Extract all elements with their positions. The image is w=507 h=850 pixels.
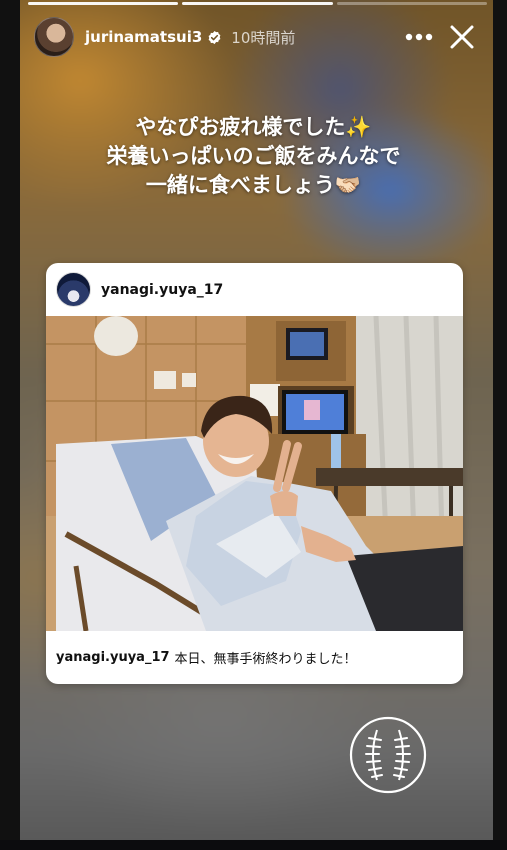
shared-post-header: yanagi.yuya_17 (46, 263, 463, 316)
story-caption-text: やなぴお疲れ様でした✨ 栄養いっぱいのご飯をみんなで 一緒に食べましょう🫱🏻‍🫲… (40, 113, 467, 200)
caption-line: やなぴお疲れ様でした✨ (135, 115, 372, 139)
progress-segment (28, 2, 179, 5)
shared-post-caption: yanagi.yuya_17 本日、無事手術終わりました！ (46, 631, 463, 684)
progress-segment (336, 2, 487, 5)
story-header: jurinamatsui3 10時間前 (34, 16, 479, 58)
shared-post-username[interactable]: yanagi.yuya_17 (101, 282, 223, 298)
more-horizontal-icon (405, 33, 433, 41)
handshake-emoji: 🫱🏻‍🫲🏼 (334, 173, 362, 197)
caption-username[interactable]: yanagi.yuya_17 (56, 650, 170, 665)
verified-badge-icon (208, 30, 221, 44)
shared-post-card[interactable]: yanagi.yuya_17 yanagi.yuya_17 本日、無事手術終わり… (46, 263, 463, 684)
story-progress-bar (28, 2, 487, 5)
shared-post-photo (46, 316, 463, 631)
caption-text: 本日、無事手術終わりました！ (174, 652, 357, 667)
caption-line: 一緒に食べましょう🫱🏻‍🫲🏼 (145, 173, 362, 197)
post-time: 10時間前 (231, 28, 296, 47)
bottom-edge (0, 840, 507, 850)
left-edge (0, 0, 20, 850)
baseball-icon[interactable] (349, 716, 427, 794)
more-options-button[interactable] (403, 22, 435, 52)
caption-line: 栄養いっぱいのご飯をみんなで (106, 144, 401, 168)
author-avatar[interactable] (34, 17, 74, 57)
close-button[interactable] (445, 20, 479, 54)
shared-post-avatar[interactable] (56, 272, 91, 307)
author-username[interactable]: jurinamatsui3 (85, 28, 202, 46)
right-edge (493, 0, 507, 850)
close-icon (450, 25, 474, 49)
story-viewer[interactable]: jurinamatsui3 10時間前 やなぴお疲れ様でした✨ 栄養いっぱいのご… (0, 0, 507, 850)
progress-segment (182, 2, 333, 5)
sparkles-emoji: ✨ (345, 115, 372, 139)
